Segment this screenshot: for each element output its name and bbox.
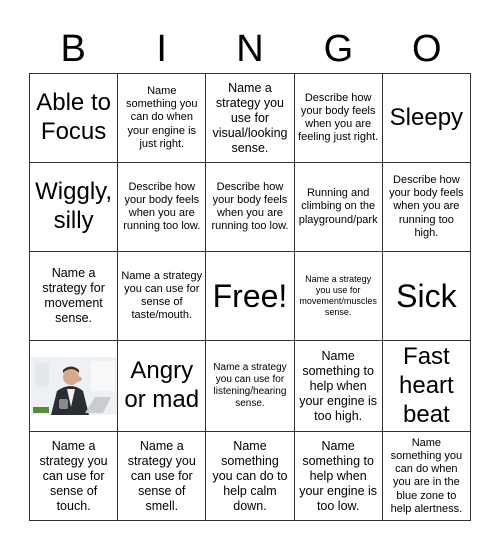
bingo-cell[interactable]: Name a strategy you use for movement/mus… — [293, 251, 383, 341]
bingo-cell[interactable]: Describe how your body feels when you ar… — [381, 162, 472, 252]
bingo-header: B I N G O — [29, 26, 471, 72]
bingo-cell[interactable]: Name something you can do when you are i… — [381, 431, 472, 522]
bingo-cell[interactable]: Name a strategy you can use for sense of… — [117, 431, 207, 522]
header-letter-g: G — [323, 28, 354, 70]
bingo-cell[interactable]: Sick — [381, 251, 472, 341]
bingo-cell[interactable]: Describe how your body feels when you ar… — [293, 73, 383, 163]
bingo-cell[interactable]: Name a strategy you can use for listenin… — [205, 339, 295, 433]
bingo-grid: Able to Focus Name something you can do … — [28, 73, 472, 522]
bingo-cell[interactable]: Describe how your body feels when you ar… — [117, 162, 207, 252]
bingo-cell[interactable]: Fast heart beat — [381, 339, 472, 433]
bingo-cell[interactable]: Name a strategy you can use for sense of… — [28, 431, 119, 522]
grid-row: Angry or mad Name a strategy you can use… — [28, 339, 472, 433]
bingo-cell[interactable]: Name something you can do when your engi… — [117, 73, 207, 163]
header-letter-o: O — [412, 28, 442, 70]
bingo-cell[interactable]: Name something to help when your engine … — [293, 339, 383, 433]
grid-row: Able to Focus Name something you can do … — [28, 73, 472, 163]
bingo-cell[interactable]: Able to Focus — [28, 73, 119, 163]
header-letter-b: B — [60, 28, 86, 70]
bingo-cell[interactable]: Name a strategy you can use for sense of… — [117, 251, 207, 341]
bingo-cell[interactable]: Angry or mad — [117, 339, 207, 433]
bingo-cell[interactable]: Running and climbing on the playground/p… — [293, 162, 383, 252]
yawning-man-image — [30, 357, 117, 416]
header-letter-n: N — [236, 28, 264, 70]
free-space-cell[interactable]: Free! — [205, 251, 295, 341]
bingo-cell[interactable]: Sleepy — [381, 73, 472, 163]
bingo-cell[interactable]: Wiggly, silly — [28, 162, 119, 252]
bingo-cell[interactable]: Name a strategy for movement sense. — [28, 251, 119, 341]
bingo-cell[interactable]: Name something you can do to help calm d… — [205, 431, 295, 522]
yawning-man-illustration — [30, 357, 117, 416]
bingo-cell[interactable]: Describe how your body feels when you ar… — [205, 162, 295, 252]
bingo-cell[interactable]: Name something to help when your engine … — [293, 431, 383, 522]
header-letter-i: I — [156, 28, 167, 70]
image-cell[interactable] — [28, 339, 119, 433]
grid-row: Name a strategy you can use for sense of… — [28, 431, 472, 522]
bingo-cell[interactable]: Name a strategy you use for visual/looki… — [205, 73, 295, 163]
grid-row: Wiggly, silly Describe how your body fee… — [28, 162, 472, 252]
grid-row: Name a strategy for movement sense. Name… — [28, 251, 472, 341]
